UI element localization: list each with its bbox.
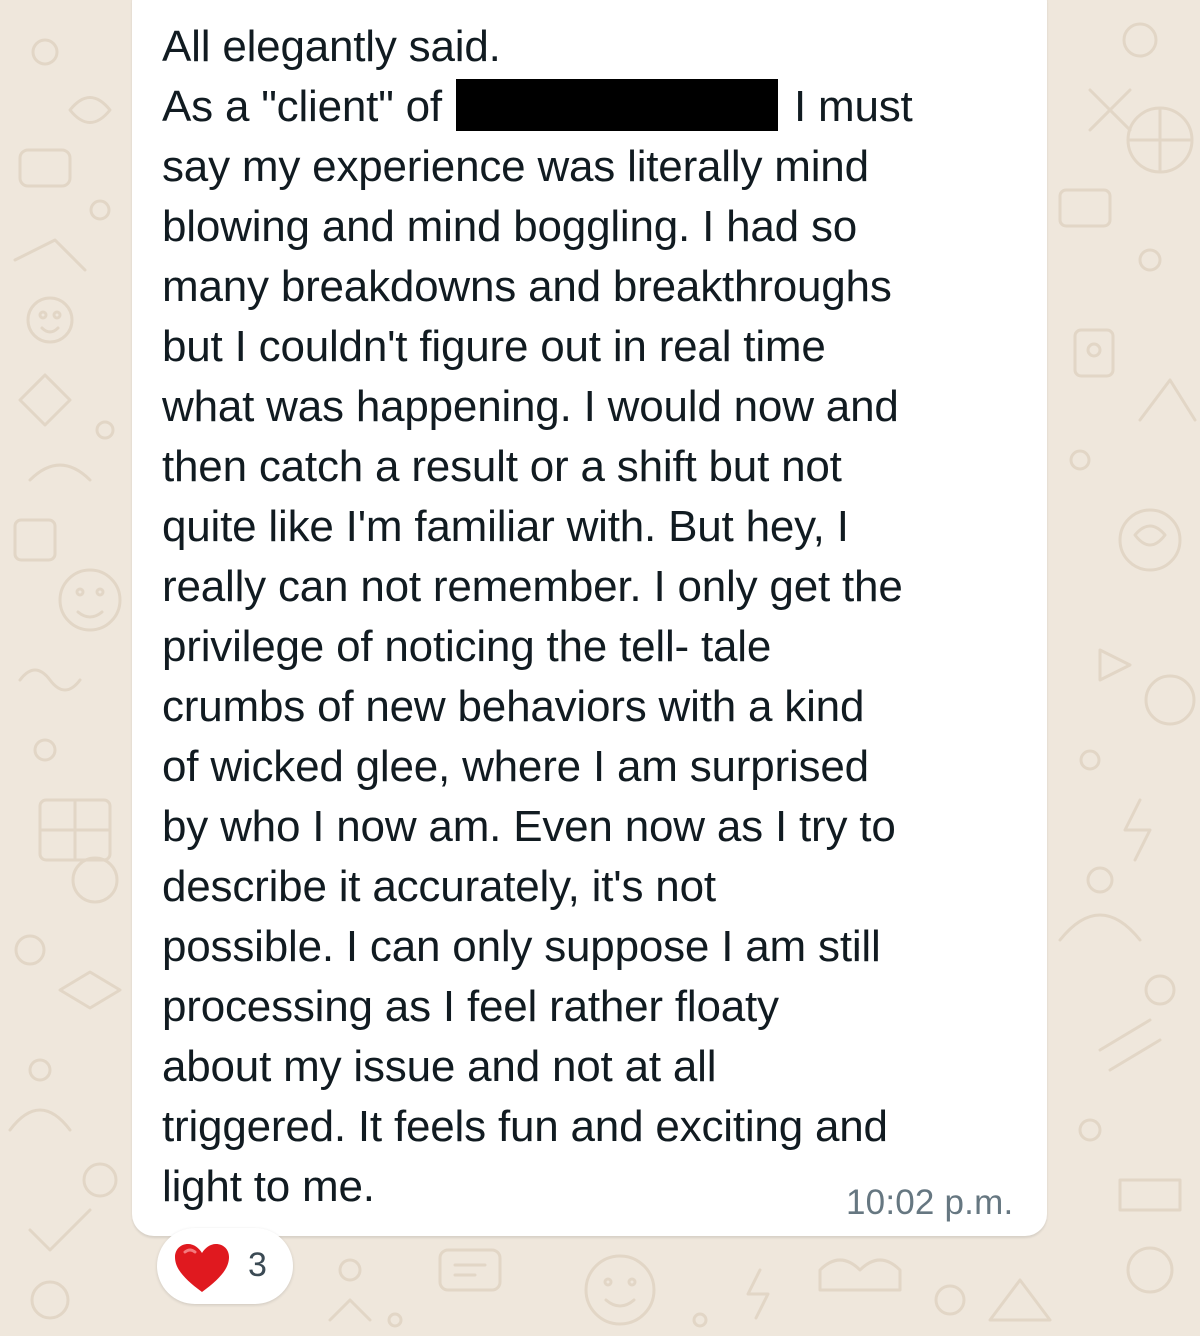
- message-line: really can not remember. I only get the: [162, 562, 903, 611]
- message-line: by who I now am. Even now as I try to: [162, 802, 896, 851]
- message-line: but I couldn't figure out in real time: [162, 322, 826, 371]
- message-line: crumbs of new behaviors with a kind: [162, 682, 865, 731]
- message-line: quite like I'm familiar with. But hey, I: [162, 502, 849, 551]
- message-timestamp: 10:02 p.m.: [846, 1183, 1014, 1222]
- message-line: many breakdowns and breakthroughs: [162, 262, 892, 311]
- heart-icon: [175, 1244, 229, 1292]
- message-line: say my experience was literally mind: [162, 142, 869, 191]
- reaction-pill[interactable]: 3: [157, 1228, 293, 1304]
- message-text: All elegantly said. As a "client" of I mus…: [162, 17, 1032, 1217]
- message-line: about my issue and not at all: [162, 1042, 717, 1091]
- redaction-block: [455, 79, 778, 131]
- message-line: All elegantly said.: [162, 22, 501, 71]
- reaction-count: 3: [248, 1246, 267, 1284]
- message-line: possible. I can only suppose I am still: [162, 922, 881, 971]
- message-line: of wicked glee, where I am surprised: [162, 742, 869, 791]
- message-line: describe it accurately, it's not: [162, 862, 716, 911]
- message-line: then catch a result or a shift but not: [162, 442, 842, 491]
- message-line: As a "client" of I must: [162, 77, 1032, 137]
- message-line-segment: As a "client" of: [162, 82, 442, 131]
- message-line: blowing and mind boggling. I had so: [162, 202, 858, 251]
- message-line-segment: I must: [793, 82, 913, 131]
- message-line: privilege of noticing the tell- tale: [162, 622, 772, 671]
- message-line: what was happening. I would now and: [162, 382, 899, 431]
- message-line: processing as I feel rather floaty: [162, 982, 779, 1031]
- message-line: triggered. It feels fun and exciting and: [162, 1102, 888, 1151]
